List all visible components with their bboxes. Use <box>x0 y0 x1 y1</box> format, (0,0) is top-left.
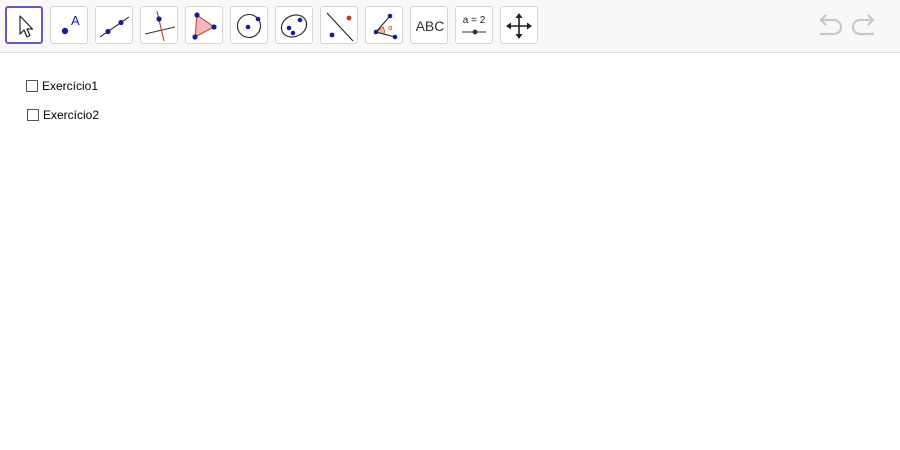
circle-center-point-icon <box>236 13 262 39</box>
move-graphics-view-tool-button[interactable] <box>500 6 538 44</box>
graphics-view[interactable]: Exercício1 Exercício2 <box>0 53 900 450</box>
point-label-a: A <box>71 13 80 28</box>
perpendicular-line-icon <box>144 10 176 42</box>
checkbox-exercicio2[interactable]: Exercício2 <box>27 107 99 123</box>
checkbox-label: Exercício1 <box>42 79 99 93</box>
slider-label: a = 2 <box>463 15 486 26</box>
undo-icon <box>819 14 843 36</box>
checkbox-box[interactable] <box>26 80 38 92</box>
reflect-line-icon <box>326 12 354 42</box>
perpendicular-line-tool-button[interactable] <box>140 6 178 44</box>
arrow-cursor-icon <box>19 15 34 38</box>
line-through-points-icon <box>99 16 130 38</box>
move-arrows-icon <box>506 13 532 39</box>
angle-alpha-label: α <box>388 24 393 32</box>
polygon-icon <box>192 12 217 40</box>
ellipse-icon <box>280 14 308 38</box>
polygon-tool-button[interactable] <box>185 6 223 44</box>
angle-tool-button[interactable]: α <box>365 6 403 44</box>
point-tool-button[interactable]: A <box>50 6 88 44</box>
angle-icon: α <box>373 13 398 40</box>
move-tool-button[interactable] <box>5 6 43 44</box>
checkbox-box[interactable] <box>27 109 39 121</box>
point-icon: A <box>61 13 80 35</box>
circle-center-point-tool-button[interactable] <box>230 6 268 44</box>
toolbar: A α ABC a = 2 <box>0 0 900 53</box>
slider-tool-button[interactable]: a = 2 <box>455 6 493 44</box>
redo-icon <box>851 14 875 36</box>
slider-icon: a = 2 <box>462 15 486 35</box>
reflect-about-line-tool-button[interactable] <box>320 6 358 44</box>
checkbox-exercicio1[interactable]: Exercício1 <box>26 78 98 94</box>
text-tool-button[interactable]: ABC <box>410 6 448 44</box>
checkbox-label: Exercício2 <box>43 108 100 122</box>
redo-button[interactable] <box>850 12 880 40</box>
ellipse-tool-button[interactable] <box>275 6 313 44</box>
line-tool-button[interactable] <box>95 6 133 44</box>
text-icon: ABC <box>415 18 445 34</box>
undo-button[interactable] <box>814 12 844 40</box>
geogebra-app: A α ABC a = 2 Exercício1 Exercício2 <box>0 0 900 450</box>
